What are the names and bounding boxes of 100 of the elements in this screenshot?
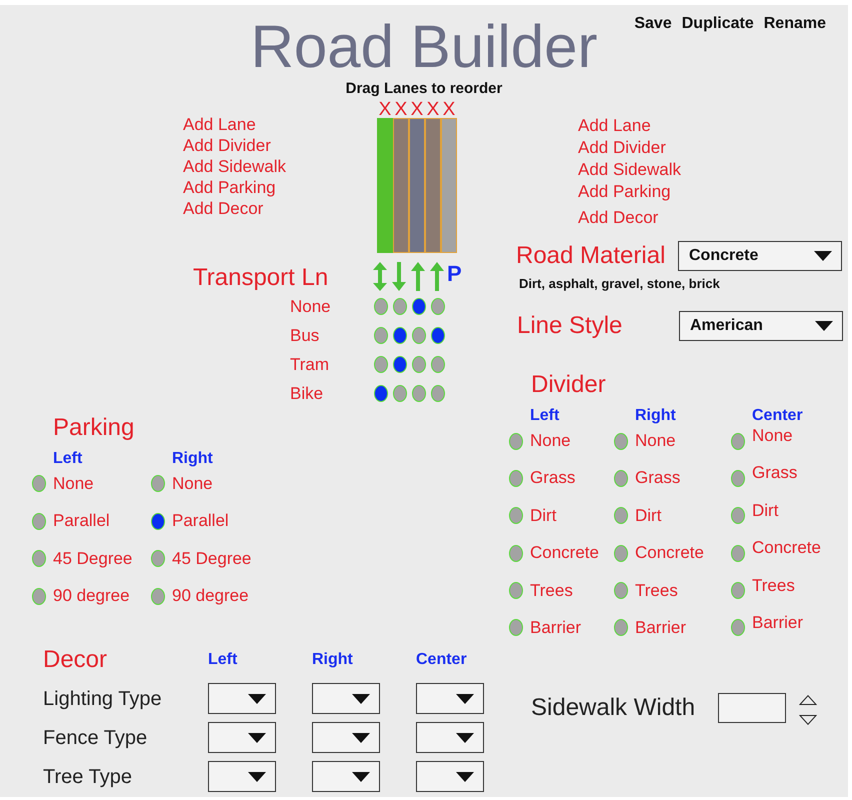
dropdown[interactable] <box>208 761 276 792</box>
option-label: Barrier <box>530 618 582 638</box>
radio-button[interactable] <box>393 385 407 402</box>
radio-button[interactable] <box>151 588 165 604</box>
field-label: Sidewalk Width <box>531 694 696 722</box>
remove-lane-button[interactable]: X <box>425 102 441 118</box>
add-menu-link[interactable]: Add Sidewalk <box>183 156 286 177</box>
caret-icon <box>248 694 266 704</box>
radio-button[interactable] <box>731 619 745 636</box>
radio-button[interactable] <box>731 470 745 487</box>
add-menu-link[interactable]: Add Decor <box>578 206 658 228</box>
lane-strip[interactable] <box>425 118 441 253</box>
radio-button[interactable] <box>431 298 445 315</box>
action-button[interactable]: Save <box>634 14 672 34</box>
row-label: Tree Type <box>43 764 132 788</box>
radio-button[interactable] <box>412 385 426 402</box>
lane-strip[interactable] <box>393 118 409 253</box>
up-down-arrow-icon <box>373 262 387 291</box>
radio-button[interactable] <box>614 507 628 524</box>
radio-button[interactable] <box>412 327 426 344</box>
action-button[interactable]: Duplicate <box>682 14 754 34</box>
option-label: Grass <box>530 468 576 488</box>
section-title: Transport Ln <box>193 264 328 292</box>
option-label: Parallel <box>53 511 110 531</box>
radio-button[interactable] <box>731 544 745 562</box>
radio-button[interactable] <box>731 507 745 524</box>
section-title: Parking <box>53 414 134 442</box>
material-dropdown[interactable]: Concrete <box>678 241 842 271</box>
radio-button[interactable] <box>731 582 745 600</box>
dropdown[interactable] <box>416 722 484 753</box>
add-menu-link[interactable]: Add Decor <box>183 198 264 219</box>
radio-button[interactable] <box>431 327 445 344</box>
column-heading: Right <box>635 406 676 426</box>
dropdown[interactable] <box>208 722 276 753</box>
radio-button[interactable] <box>614 544 628 562</box>
line-style-dropdown[interactable]: American <box>679 311 843 341</box>
radio-button[interactable] <box>509 619 523 636</box>
column-heading: Center <box>752 406 803 426</box>
add-menu-link[interactable]: Add Parking <box>183 177 276 198</box>
caret-icon <box>352 694 370 704</box>
radio-button[interactable] <box>32 512 46 530</box>
radio-button[interactable] <box>151 475 165 492</box>
option-label: None <box>290 296 331 316</box>
lane-strip[interactable] <box>409 118 425 253</box>
field-label: Line Style <box>517 312 622 340</box>
lane-strip[interactable] <box>441 118 457 253</box>
remove-lane-button[interactable]: X <box>377 102 393 118</box>
radio-button[interactable] <box>509 507 523 524</box>
column-heading: Left <box>53 449 82 469</box>
remove-lane-button[interactable]: X <box>393 102 409 118</box>
add-menu-link[interactable]: Add Sidewalk <box>578 158 682 180</box>
action-button[interactable]: Rename <box>764 14 826 34</box>
add-menu-link[interactable]: Add Lane <box>183 114 256 135</box>
radio-button[interactable] <box>32 475 46 492</box>
add-menu-link[interactable]: Add Lane <box>578 114 651 136</box>
radio-button[interactable] <box>151 550 165 567</box>
radio-button[interactable] <box>509 544 523 562</box>
radio-button[interactable] <box>393 356 407 373</box>
radio-button[interactable] <box>374 298 388 315</box>
radio-button[interactable] <box>374 385 388 402</box>
radio-button[interactable] <box>509 470 523 487</box>
dropdown[interactable] <box>416 683 484 714</box>
radio-button[interactable] <box>431 356 445 373</box>
option-label: Trees <box>530 580 573 601</box>
parking-marker: P <box>447 263 462 285</box>
increase-button[interactable] <box>799 692 818 703</box>
up-triangle-icon <box>799 694 818 705</box>
radio-button[interactable] <box>393 298 407 315</box>
radio-button[interactable] <box>374 327 388 344</box>
dropdown[interactable] <box>312 761 380 792</box>
remove-lane-button[interactable]: X <box>409 102 425 118</box>
dropdown[interactable] <box>208 683 276 714</box>
dropdown[interactable] <box>416 761 484 792</box>
option-label: Bus <box>290 326 320 346</box>
radio-button[interactable] <box>614 470 628 487</box>
add-menu-link[interactable]: Add Divider <box>578 136 666 158</box>
radio-button[interactable] <box>32 588 46 604</box>
option-label: None <box>172 474 213 494</box>
radio-button[interactable] <box>32 550 46 567</box>
radio-button[interactable] <box>509 582 523 600</box>
radio-button[interactable] <box>431 385 445 402</box>
option-label: None <box>635 431 676 451</box>
radio-button[interactable] <box>412 298 426 315</box>
add-menu-link[interactable]: Add Divider <box>183 135 271 156</box>
width-field[interactable] <box>718 692 786 723</box>
dropdown[interactable] <box>312 722 380 753</box>
remove-lane-button[interactable]: X <box>441 102 457 118</box>
radio-button[interactable] <box>731 432 745 450</box>
decrease-button[interactable] <box>799 712 818 723</box>
radio-button[interactable] <box>509 432 523 450</box>
radio-button[interactable] <box>151 512 165 530</box>
add-menu-link[interactable]: Add Parking <box>578 180 671 202</box>
radio-button[interactable] <box>614 582 628 600</box>
dropdown[interactable] <box>312 683 380 714</box>
radio-button[interactable] <box>614 432 628 450</box>
radio-button[interactable] <box>374 356 388 373</box>
radio-button[interactable] <box>393 327 407 344</box>
radio-button[interactable] <box>614 619 628 636</box>
column-heading: Center <box>416 650 467 670</box>
radio-button[interactable] <box>412 356 426 373</box>
